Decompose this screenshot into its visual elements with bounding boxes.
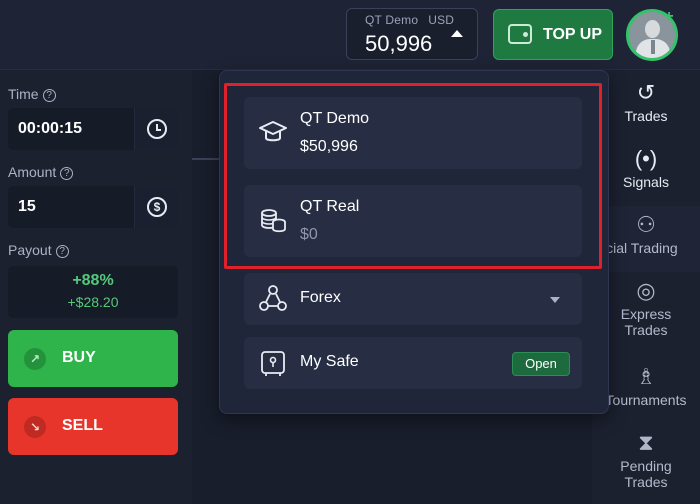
buy-button[interactable]: ↗ BUY <box>8 330 178 387</box>
my-safe-item[interactable]: My Safe Open <box>244 337 582 389</box>
sidebar-item-label: Pending <box>620 458 672 474</box>
forex-label: Forex <box>300 289 341 306</box>
time-label: Time? <box>8 86 56 102</box>
sidebar-item-pending-trades[interactable]: ⧗ Pending Trades <box>592 430 700 490</box>
sell-button[interactable]: ↘ SELL <box>8 398 178 455</box>
chart-tab[interactable] <box>192 118 222 160</box>
balance-account-label: QT Demo USD <box>365 13 455 27</box>
payout-amount: +$28.20 <box>67 294 119 310</box>
clock-icon <box>147 119 167 139</box>
sidebar-item-label: ocial Trading <box>598 240 678 256</box>
help-icon[interactable]: ? <box>55 245 69 258</box>
highlight-frame <box>224 83 602 269</box>
amount-label: Amount? <box>8 164 74 180</box>
safe-icon <box>261 351 285 376</box>
sidebar-item-label: Signals <box>623 174 669 190</box>
payout-box: +88% +$28.20 <box>8 266 178 318</box>
time-picker-button[interactable] <box>134 108 178 150</box>
top-bar: QT Demo USD 50,996 TOP UP + <box>0 0 700 70</box>
arrow-down-right-icon: ↘ <box>24 416 46 438</box>
help-icon[interactable]: ? <box>60 167 74 180</box>
my-safe-label: My Safe <box>300 353 359 370</box>
arrow-up-right-icon: ↗ <box>24 348 46 370</box>
avatar-tie <box>651 40 655 54</box>
avatar-head <box>645 20 660 38</box>
sell-label: SELL <box>62 417 103 434</box>
sidebar-item-label: Trades <box>624 474 668 490</box>
amount-field[interactable]: 15 $ <box>8 186 178 228</box>
dollar-icon: $ <box>147 197 167 217</box>
payout-label: Payout? <box>8 242 69 258</box>
sidebar-item-label: Trades <box>624 322 668 338</box>
forex-selector[interactable]: Forex <box>244 273 582 325</box>
balance-currency: USD <box>428 13 455 27</box>
top-up-label: TOP UP <box>543 26 602 43</box>
time-field[interactable]: 00:00:15 <box>8 108 178 150</box>
sidebar-item-label: Tournaments <box>605 392 687 408</box>
open-safe-button[interactable]: Open <box>512 352 570 376</box>
trade-panel: Time? 00:00:15 Amount? 15 $ Payout? +88%… <box>0 70 192 504</box>
help-icon[interactable]: ? <box>42 89 56 102</box>
currency-button[interactable]: $ <box>134 186 178 228</box>
top-up-button[interactable]: TOP UP <box>493 9 613 60</box>
chevron-down-icon <box>550 297 560 303</box>
sidebar-item-label: Express <box>620 306 672 322</box>
hourglass-icon: ⧗ <box>638 430 654 455</box>
caret-up-icon[interactable] <box>451 30 463 37</box>
buy-label: BUY <box>62 349 96 366</box>
sidebar-item-label: Trades <box>624 108 668 124</box>
account-balance-selector[interactable]: QT Demo USD 50,996 <box>346 8 478 60</box>
balance-value: 50,996 <box>365 31 433 56</box>
time-value: 00:00:15 <box>18 120 83 137</box>
wallet-icon <box>508 24 532 44</box>
amount-value: 15 <box>18 198 36 215</box>
plus-icon: + <box>664 8 674 25</box>
forex-icon <box>259 285 287 311</box>
payout-percent: +88% <box>72 272 114 289</box>
